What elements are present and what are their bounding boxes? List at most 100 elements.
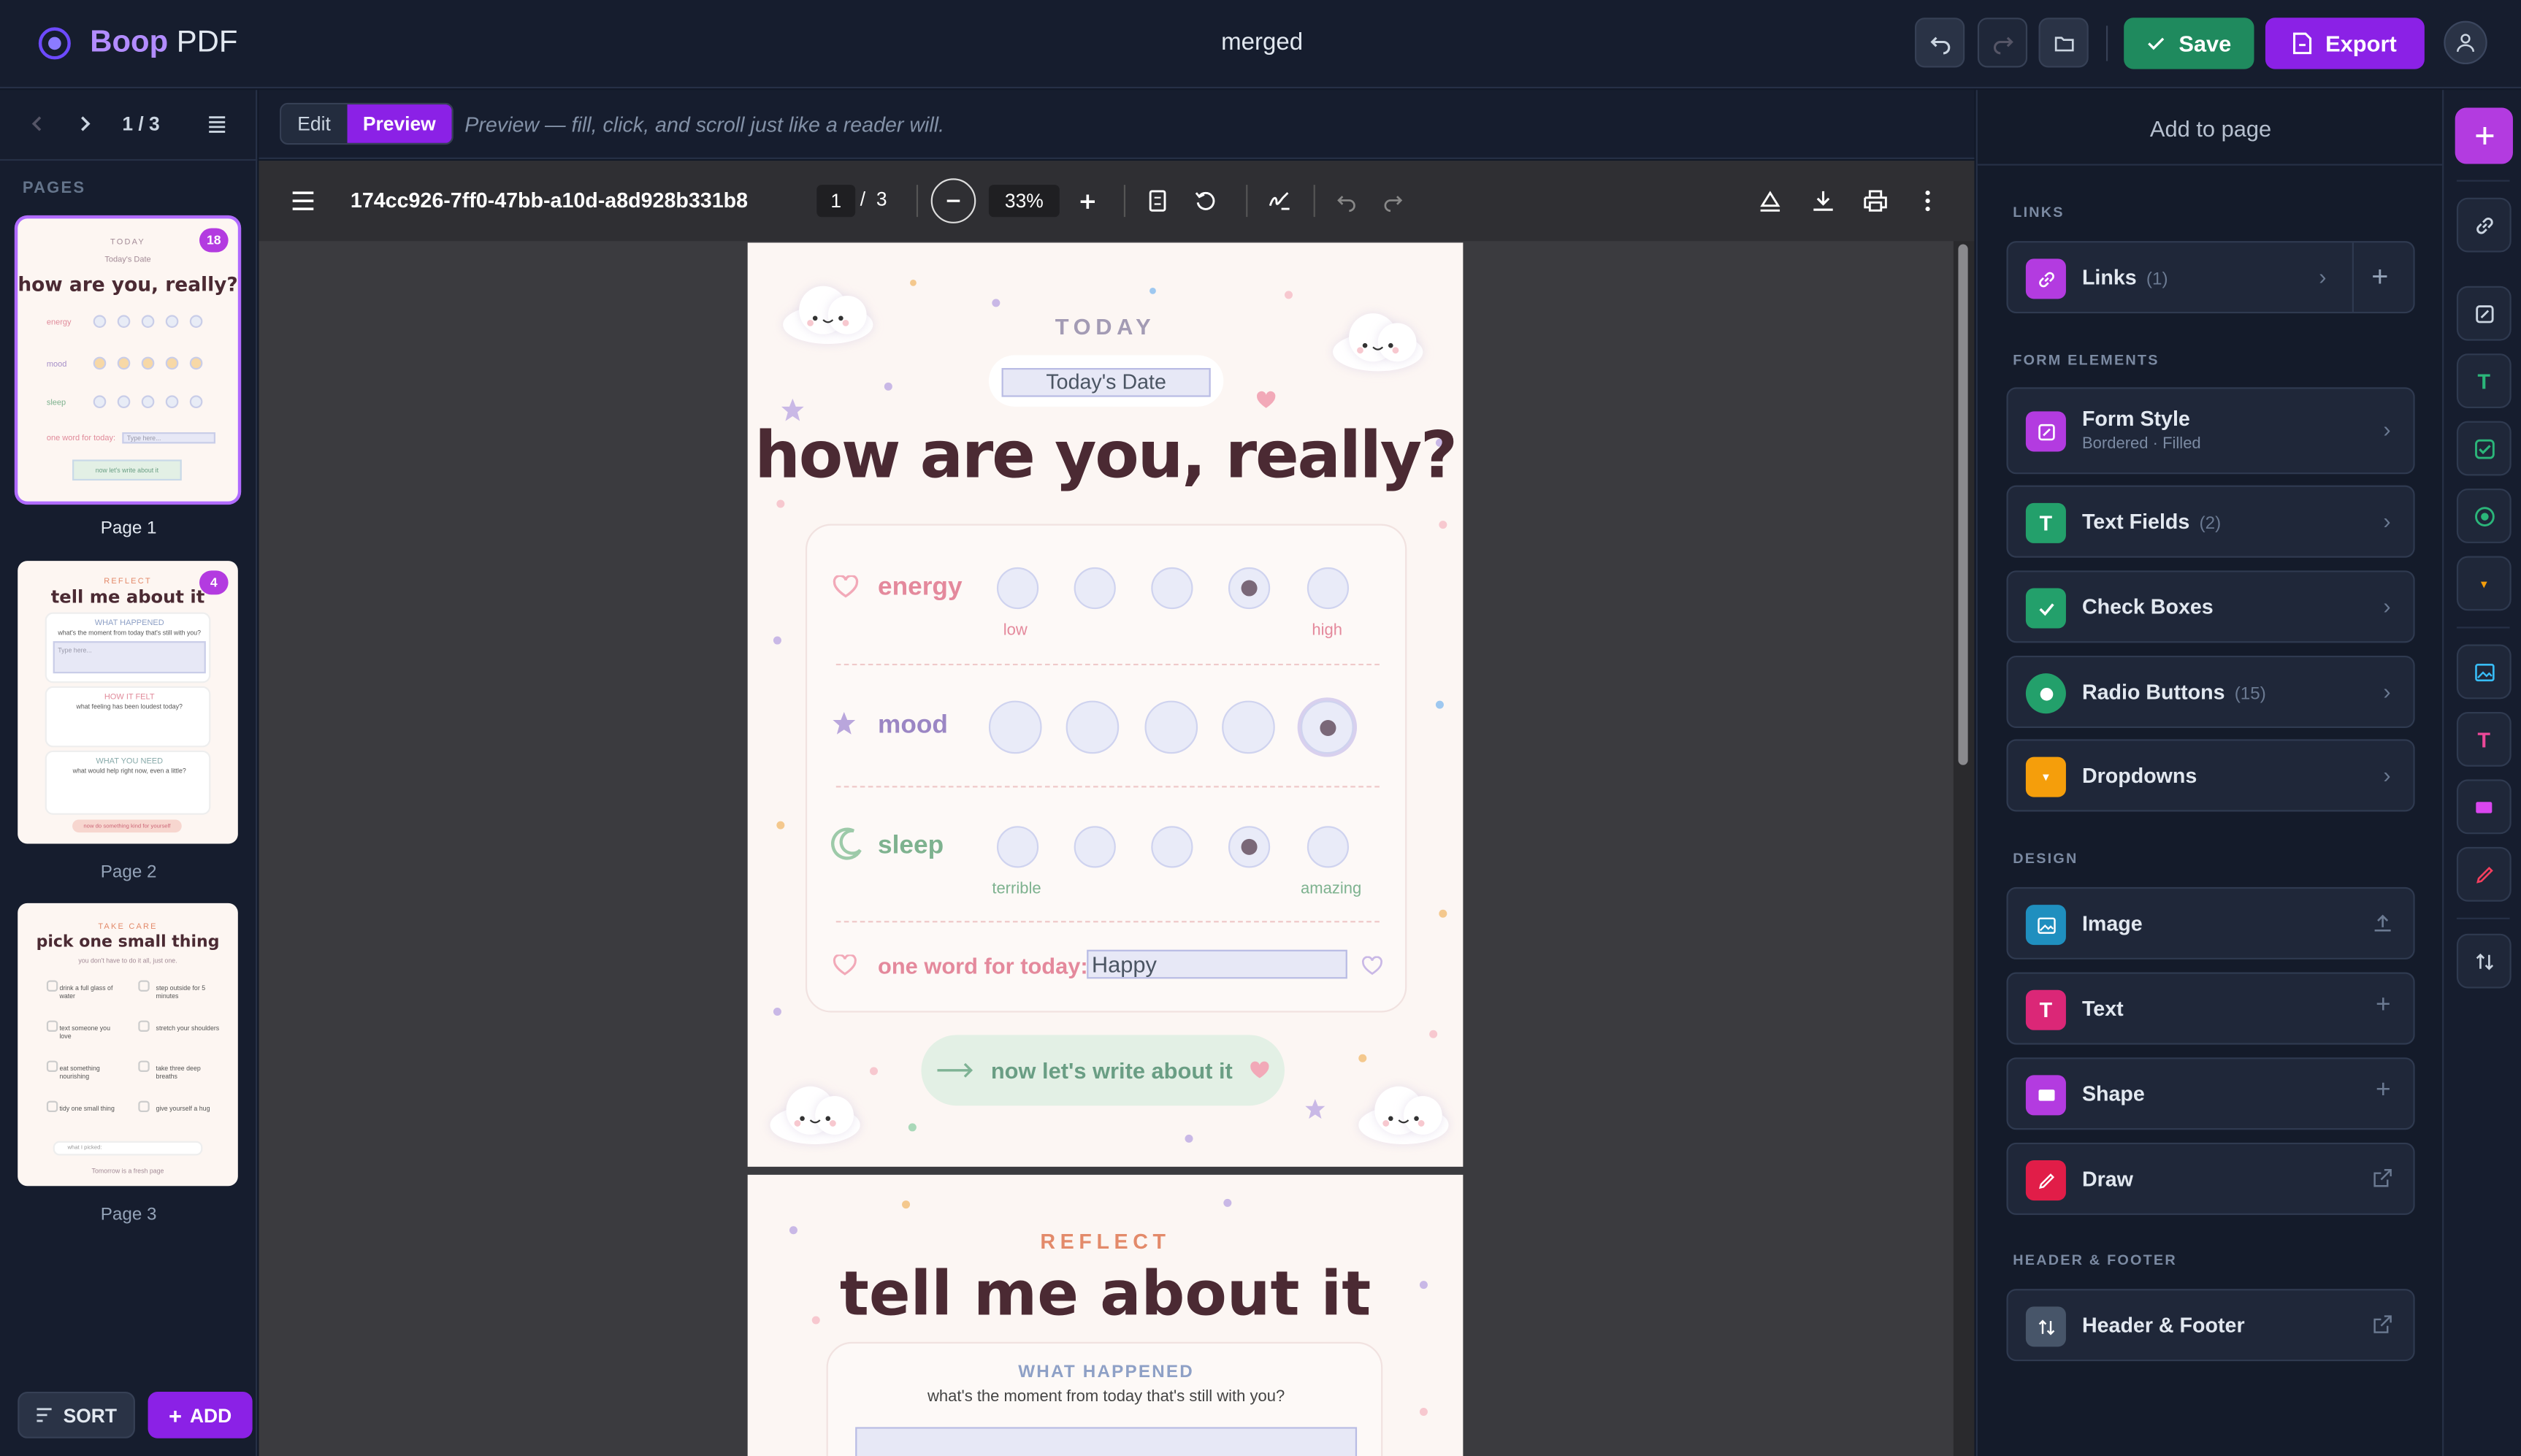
chevron-left-icon[interactable] <box>27 114 46 133</box>
text-fields-item[interactable]: T Text Fields (2) › <box>2006 485 2415 558</box>
write-about-it-link[interactable]: now let's write about it <box>921 1035 1285 1106</box>
page-thumbnail-1[interactable]: 18 TODAY Today's Date how are you, reall… <box>18 218 238 502</box>
list-icon[interactable] <box>207 114 226 133</box>
energy-radio-2[interactable] <box>1074 567 1116 610</box>
thumb-eyebrow: TODAY <box>110 237 145 248</box>
header-footer-item[interactable]: Header & Footer <box>2006 1289 2415 1362</box>
page-number-input[interactable]: 1 <box>816 185 856 218</box>
row-divider <box>835 663 1380 666</box>
print-button[interactable] <box>1860 186 1889 215</box>
row-divider <box>835 786 1380 788</box>
toolbar-divider <box>1123 185 1126 218</box>
preview-mode-button[interactable]: Preview <box>346 104 452 143</box>
radio-buttons-item[interactable]: Radio Buttons (15) › <box>2006 655 2415 729</box>
rail-link-button[interactable] <box>2456 197 2512 253</box>
rail-form-style-button[interactable] <box>2456 286 2512 341</box>
rail-header-footer-button[interactable] <box>2456 933 2512 989</box>
draw-label: Draw <box>2081 1166 2133 1191</box>
thumb-section-field: Type here... <box>53 641 206 674</box>
download-button[interactable] <box>1809 186 1838 215</box>
edit-mode-button[interactable]: Edit <box>281 104 347 143</box>
undo-button[interactable] <box>1914 18 1965 68</box>
user-avatar-button[interactable] <box>2444 20 2487 65</box>
mood-radio-5[interactable] <box>1301 700 1354 754</box>
export-button[interactable]: Export <box>2265 18 2425 69</box>
mood-radio-3[interactable] <box>1144 700 1198 754</box>
open-folder-button[interactable] <box>2038 18 2089 68</box>
one-word-input[interactable]: Happy <box>1087 949 1347 979</box>
links-item[interactable]: Links (1) › + <box>2006 241 2415 314</box>
form-style-item[interactable]: Form Style Bordered · Filled › <box>2006 387 2415 475</box>
annotate-button[interactable] <box>1266 186 1295 215</box>
date-field[interactable]: Today's Date <box>1001 368 1211 397</box>
plus-icon <box>2475 127 2493 145</box>
mood-radio-1[interactable] <box>988 700 1042 754</box>
draw-item[interactable]: Draw <box>2006 1142 2415 1215</box>
decor-dot <box>992 299 1001 307</box>
text-fields-label-text: Text Fields <box>2081 509 2190 534</box>
rail-radio-button[interactable] <box>2456 488 2512 543</box>
rail-shape-button[interactable] <box>2456 779 2512 835</box>
rotate-button[interactable] <box>1191 186 1220 215</box>
check-boxes-item[interactable]: Check Boxes › <box>2006 570 2415 643</box>
document-title[interactable]: merged <box>1125 29 1399 56</box>
viewer-undo-button[interactable] <box>1331 186 1361 215</box>
thumb-date: Today's Date <box>104 255 151 266</box>
chevron-right-icon[interactable] <box>75 114 94 133</box>
plus-icon: + <box>168 1402 182 1428</box>
text-item[interactable]: T Text + <box>2006 972 2415 1045</box>
dropdowns-item[interactable]: ▾ Dropdowns › <box>2006 739 2415 812</box>
page-thumbnail-3[interactable]: TAKE CARE pick one small thing you don't… <box>18 903 238 1187</box>
rail-checkbox-button[interactable] <box>2456 421 2512 476</box>
sleep-radio-3[interactable] <box>1151 826 1193 868</box>
decor-dot <box>884 382 892 391</box>
sleep-radio-1[interactable] <box>996 826 1039 868</box>
fit-page-button[interactable] <box>1143 186 1172 215</box>
text-field-icon: T <box>2477 369 2491 394</box>
viewer-redo-button[interactable] <box>1378 186 1407 215</box>
rail-text-field-button[interactable]: T <box>2456 353 2512 409</box>
save-button[interactable]: Save <box>2124 18 2254 69</box>
thumb-radio <box>93 395 107 409</box>
mood-radio-4[interactable] <box>1222 700 1275 754</box>
thumb-checkbox <box>46 1060 58 1073</box>
zoom-out-button[interactable] <box>930 178 976 223</box>
thumb-cta: now let's write about it <box>72 459 182 481</box>
page-thumbnail-2[interactable]: 4 REFLECT tell me about it WHAT HAPPENED… <box>18 561 238 844</box>
toolbar-divider <box>1246 185 1248 218</box>
mood-radio-2[interactable] <box>1066 700 1120 754</box>
more-options-button[interactable] <box>1913 186 1943 215</box>
sleep-radio-4[interactable] <box>1228 826 1271 868</box>
rail-image-button[interactable] <box>2456 644 2512 700</box>
what-happened-input[interactable] <box>855 1427 1358 1456</box>
sleep-radio-5[interactable] <box>1307 826 1350 868</box>
zoom-level[interactable]: 33% <box>988 185 1060 218</box>
rail-add-button[interactable] <box>2455 107 2513 164</box>
thumb-footer: Tomorrow is a fresh page <box>91 1166 164 1175</box>
links-label: Links (1) <box>2082 265 2168 289</box>
user-icon <box>2457 34 2474 52</box>
energy-radio-1[interactable] <box>996 567 1039 610</box>
shape-item[interactable]: Shape + <box>2006 1057 2415 1130</box>
chevron-right-icon: › <box>2319 263 2327 290</box>
rail-draw-button[interactable] <box>2456 846 2512 902</box>
viewer-scrollbar[interactable] <box>1953 241 1975 1456</box>
energy-radio-3[interactable] <box>1151 567 1193 610</box>
zoom-in-button[interactable] <box>1072 186 1101 215</box>
add-page-button[interactable]: + ADD <box>148 1391 253 1438</box>
rail-dropdown-button[interactable]: ▾ <box>2456 556 2512 611</box>
image-item[interactable]: Image <box>2006 886 2415 959</box>
energy-radio-4[interactable] <box>1228 567 1271 610</box>
undo-icon <box>1336 195 1355 211</box>
shape-icon <box>2476 801 2493 813</box>
decor-dot <box>773 636 781 645</box>
sort-button[interactable]: SORT <box>18 1391 135 1438</box>
add-link-button[interactable]: + <box>2371 261 2388 294</box>
redo-button[interactable] <box>1977 18 2028 68</box>
energy-radio-5[interactable] <box>1307 567 1350 610</box>
rail-text-button[interactable]: T <box>2456 711 2512 767</box>
menu-icon[interactable] <box>291 190 315 212</box>
highlight-button[interactable] <box>1756 186 1785 215</box>
pdf-page-1: TODAY Today's Date how are you, really? … <box>747 242 1464 1167</box>
sleep-radio-2[interactable] <box>1074 826 1116 868</box>
